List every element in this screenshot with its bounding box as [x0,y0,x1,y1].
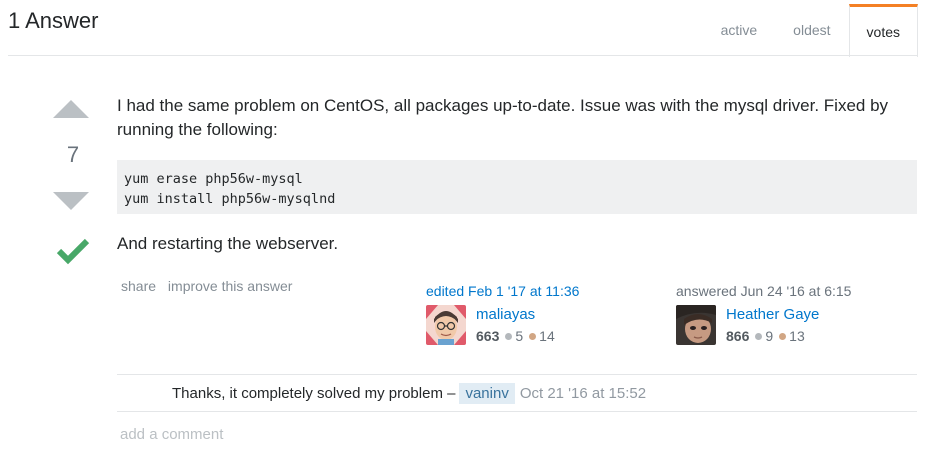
author-user-link[interactable]: Heather Gaye [726,306,819,323]
author-signature: answered Jun 24 '16 at 6:15 Heather Gaye… [676,283,876,345]
tab-oldest[interactable]: oldest [775,4,848,56]
silver-badge-icon [505,333,513,341]
silver-badge-count: 9 [765,328,774,344]
bronze-badge-count: 14 [539,328,555,344]
upvote-arrow-icon[interactable] [53,100,89,118]
silver-badge-icon [755,333,763,341]
tab-active[interactable]: active [703,4,776,56]
bronze-badge-icon [529,333,537,341]
editor-signature: edited Feb 1 '17 at 11:36 maliayas 663 5 1… [426,283,626,345]
editor-user-link[interactable]: maliayas [476,306,535,323]
avatar[interactable] [676,305,716,345]
code-line: yum install php56w-mysqlnd [124,191,336,207]
comment-date-link[interactable]: Oct 21 '16 at 15:52 [520,385,646,402]
answer-paragraph-1: I had the same problem on CentOS, all pa… [117,96,889,139]
reputation-score: 866 [726,328,750,344]
add-comment-link[interactable]: add a comment [120,426,223,443]
share-link[interactable]: share [121,278,156,294]
edited-timestamp-link[interactable]: edited Feb 1 '17 at 11:36 [426,283,626,299]
header-divider [8,55,918,56]
answer-count-heading: 1 Answer [8,8,99,33]
post-menu: share improve this answer [121,278,300,294]
answer-paragraph-2: And restarting the webserver. [117,234,339,253]
code-line: yum erase php56w-mysql [124,171,303,187]
comment: Thanks, it completely solved my problem … [117,375,917,411]
improve-answer-link[interactable]: improve this answer [168,278,293,294]
silver-badge-count: 5 [515,328,524,344]
code-block: yum erase php56w-mysql yum install php56… [117,160,917,214]
comment-text: Thanks, it completely solved my problem … [172,384,456,402]
comment-divider [117,411,917,412]
downvote-arrow-icon[interactable] [53,192,89,210]
author-stats: 866 9 13 [726,328,805,344]
tab-votes[interactable]: votes [848,4,918,57]
reputation-score: 663 [476,328,500,344]
avatar[interactable] [426,305,466,345]
bronze-badge-count: 13 [789,328,805,344]
comment-user-link[interactable]: vaninv [459,382,515,404]
bronze-badge-icon [779,333,787,341]
comments-list: Thanks, it completely solved my problem … [117,374,917,412]
accepted-check-icon [56,238,90,265]
vote-count: 7 [66,142,80,167]
answers-header: 1 Answer active oldest votes [0,0,938,57]
sort-tabs: active oldest votes [703,4,918,57]
answered-timestamp: answered Jun 24 '16 at 6:15 [676,283,852,299]
editor-stats: 663 5 14 [476,328,555,344]
